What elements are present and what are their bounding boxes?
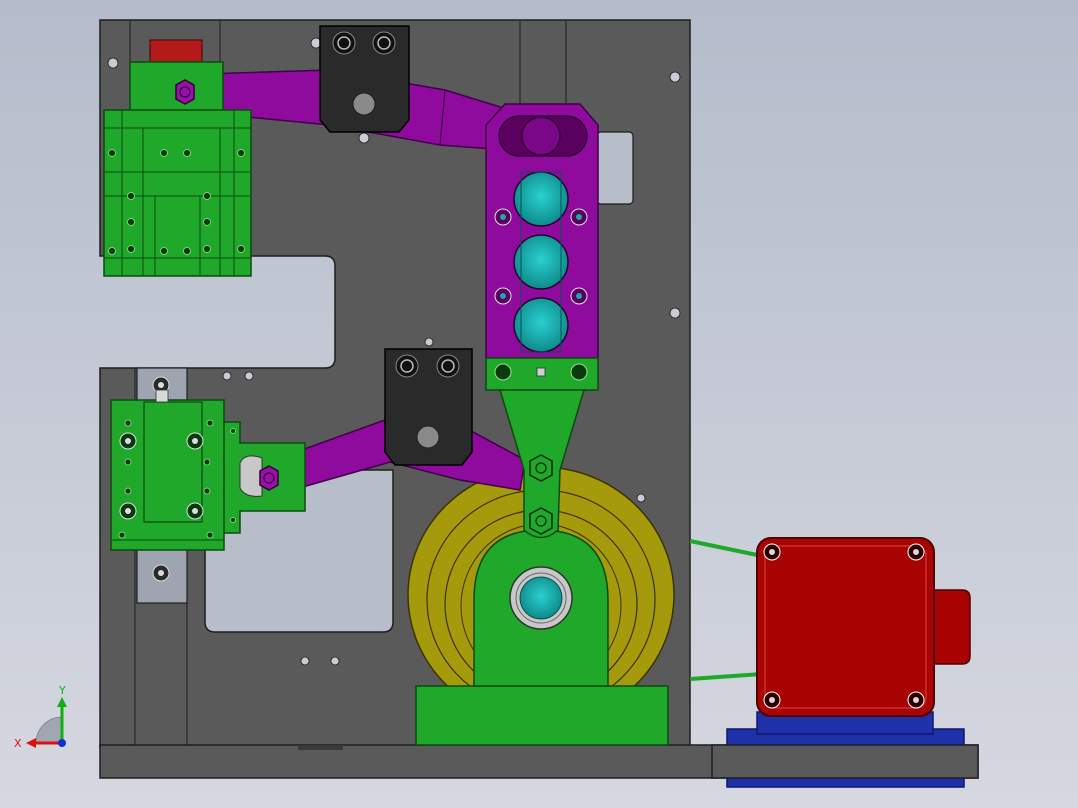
rocker-plate	[485, 103, 599, 359]
base-notch	[298, 745, 343, 750]
cad-viewport[interactable]: Y X	[0, 0, 1078, 808]
drive-belts	[689, 539, 763, 681]
upper-lever-pivot	[175, 79, 195, 105]
lower-pivot-block	[384, 348, 473, 466]
y-axis-label: Y	[58, 685, 66, 697]
x-axis-head	[26, 738, 36, 748]
frame-slot	[596, 131, 634, 205]
mechanism-assembly	[99, 19, 979, 788]
x-axis-label: X	[14, 737, 22, 750]
lower-lever-pivot	[259, 465, 279, 491]
y-axis-head	[57, 697, 67, 707]
base-plate-front	[711, 744, 979, 779]
coordinate-triad: Y X	[14, 685, 67, 750]
stepper-motor	[756, 537, 971, 717]
upper-pivot-block	[319, 25, 410, 133]
z-axis-dot	[58, 739, 66, 747]
rocker-windows	[513, 171, 569, 353]
